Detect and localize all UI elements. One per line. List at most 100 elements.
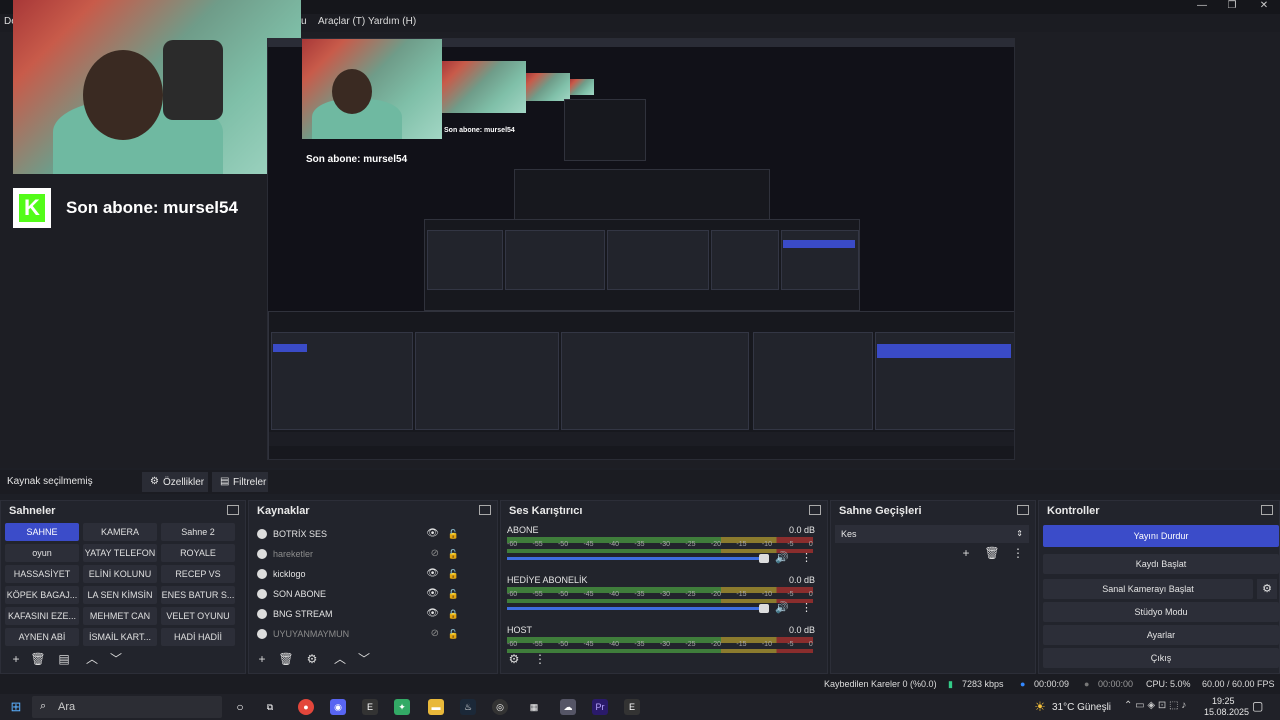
scene-button[interactable]: MEHMET CAN bbox=[83, 607, 157, 625]
minimize-button[interactable]: — bbox=[1190, 0, 1214, 11]
trash-icon[interactable]: 🗑 bbox=[29, 651, 47, 667]
source-item[interactable]: kicklogo 👁 🔓 bbox=[255, 565, 469, 583]
chrome-icon[interactable]: ● bbox=[298, 699, 314, 715]
start-recording-button[interactable]: Kaydı Başlat bbox=[1043, 554, 1279, 574]
source-item[interactable]: hareketler ⊘ 🔓 bbox=[255, 545, 469, 563]
slider-handle[interactable] bbox=[759, 604, 769, 613]
volume-slider[interactable] bbox=[507, 557, 769, 560]
exit-button[interactable]: Çıkış bbox=[1043, 648, 1279, 668]
visibility-icon[interactable]: 👁 bbox=[426, 525, 439, 543]
kebab-icon[interactable]: ⋮ bbox=[1009, 545, 1027, 561]
scene-button[interactable]: SAHNE bbox=[5, 523, 79, 541]
chevron-down-icon[interactable]: ﹀ bbox=[355, 651, 373, 667]
scene-button[interactable]: ROYALE bbox=[161, 544, 235, 562]
scene-button[interactable]: KAFASINI EZE... bbox=[5, 607, 79, 625]
task-view-icon[interactable]: ⧉ bbox=[262, 699, 278, 715]
tray-icons[interactable]: ⌃ ▭ ◈ ⊡ ⬚ ♪ bbox=[1124, 700, 1186, 711]
discord-icon[interactable]: ◉ bbox=[330, 699, 346, 715]
scene-button[interactable]: VELET OYUNU bbox=[161, 607, 235, 625]
lock-icon[interactable]: 🔓 bbox=[448, 525, 459, 543]
scene-button[interactable]: İSMAİL KART... bbox=[83, 628, 157, 646]
filter-icon[interactable]: ▤ bbox=[55, 651, 73, 667]
folder-icon[interactable]: ▬ bbox=[428, 699, 444, 715]
start-virtual-camera-button[interactable]: Sanal Kamerayı Başlat bbox=[1043, 579, 1253, 599]
clock-date[interactable]: 15.08.2025 bbox=[1204, 707, 1249, 717]
scene-button[interactable]: HADİ HADİİ bbox=[161, 628, 235, 646]
maximize-button[interactable]: ❐ bbox=[1220, 0, 1244, 11]
trash-icon[interactable]: 🗑 bbox=[983, 545, 1001, 561]
epic-games-icon[interactable]: E bbox=[362, 699, 378, 715]
lock-icon[interactable]: 🔓 bbox=[448, 545, 459, 563]
obs-icon[interactable]: ◎ bbox=[492, 699, 508, 715]
scene-button[interactable]: Sahne 2 bbox=[161, 523, 235, 541]
visibility-icon[interactable]: 👁 bbox=[426, 585, 439, 603]
scene-button[interactable]: ENES BATUR S... bbox=[161, 586, 235, 604]
search-box[interactable]: ⌕ Ara bbox=[32, 696, 222, 718]
visibility-icon[interactable]: 👁 bbox=[426, 605, 439, 623]
chevron-up-icon[interactable]: ︿ bbox=[331, 651, 349, 667]
clock-time[interactable]: 19:25 bbox=[1212, 696, 1235, 706]
studio-mode-button[interactable]: Stüdyo Modu bbox=[1043, 602, 1279, 622]
menu-help[interactable]: Yardım (H) bbox=[368, 16, 416, 27]
steam-icon[interactable]: ♨ bbox=[460, 699, 476, 715]
undock-icon[interactable] bbox=[1261, 505, 1273, 515]
add-icon[interactable]: + bbox=[7, 651, 25, 667]
scene-button[interactable]: HASSASİYET bbox=[5, 565, 79, 583]
kebab-icon[interactable]: ⋮ bbox=[531, 651, 549, 667]
scene-button[interactable]: AYNEN ABİ bbox=[5, 628, 79, 646]
source-item[interactable]: BNG STREAM 👁 🔒 bbox=[255, 605, 469, 623]
transition-select[interactable]: Kes ⇕ bbox=[835, 525, 1029, 543]
app2-icon[interactable]: ☁ bbox=[560, 699, 576, 715]
volume-icon[interactable]: 🔊 bbox=[775, 601, 789, 614]
lock-icon[interactable]: 🔓 bbox=[448, 565, 459, 583]
premiere-icon[interactable]: Pr bbox=[592, 699, 608, 715]
weather-text[interactable]: 31°C Güneşli bbox=[1052, 702, 1111, 713]
scene-button[interactable]: ELİNİ KOLUNU bbox=[83, 565, 157, 583]
undock-icon[interactable] bbox=[809, 505, 821, 515]
notification-icon[interactable]: ▢ bbox=[1252, 699, 1263, 713]
app-icon[interactable]: ✦ bbox=[394, 699, 410, 715]
source-item[interactable]: BOTRİX SES 👁 🔓 bbox=[255, 525, 469, 543]
volume-icon[interactable]: 🔊 bbox=[775, 551, 789, 564]
undock-icon[interactable] bbox=[1017, 505, 1029, 515]
visibility-icon[interactable]: ⊘ bbox=[431, 545, 439, 563]
windows-start-icon[interactable]: ⊞ bbox=[8, 699, 24, 715]
kebab-icon[interactable]: ⋮ bbox=[801, 551, 812, 564]
scene-button[interactable]: oyun bbox=[5, 544, 79, 562]
source-item[interactable]: UYUYANMAYMUN ⊘ 🔓 bbox=[255, 625, 469, 643]
scene-button[interactable]: YATAY TELEFON bbox=[83, 544, 157, 562]
chevron-down-icon[interactable]: ﹀ bbox=[107, 651, 125, 667]
gear-icon[interactable]: ⚙ bbox=[303, 651, 321, 667]
filters-button[interactable]: ▤ Filtreler bbox=[212, 472, 268, 492]
scene-button[interactable]: LA SEN KİMSİN bbox=[83, 586, 157, 604]
epic-games-2-icon[interactable]: E bbox=[624, 699, 640, 715]
scene-button[interactable]: RECEP VS bbox=[161, 565, 235, 583]
visibility-icon[interactable]: 👁 bbox=[426, 565, 439, 583]
add-icon[interactable]: + bbox=[957, 545, 975, 561]
menu-cut[interactable]: u bbox=[301, 16, 307, 27]
close-button[interactable]: ✕ bbox=[1252, 0, 1276, 11]
lock-icon[interactable]: 🔓 bbox=[448, 585, 459, 603]
gear-icon[interactable]: ⚙ bbox=[505, 651, 523, 667]
kebab-icon[interactable]: ⋮ bbox=[801, 601, 812, 614]
source-item[interactable]: SON ABONE 👁 🔓 bbox=[255, 585, 469, 603]
gear-icon[interactable]: ⚙ bbox=[1257, 579, 1277, 599]
undock-icon[interactable] bbox=[227, 505, 239, 515]
settings-button[interactable]: Ayarlar bbox=[1043, 625, 1279, 645]
properties-button[interactable]: ⚙ Özellikler bbox=[142, 472, 208, 492]
apps-icon[interactable]: ▦ bbox=[526, 699, 542, 715]
scene-button[interactable]: KÖPEK BAGAJ... bbox=[5, 586, 79, 604]
trash-icon[interactable]: 🗑 bbox=[277, 651, 295, 667]
chevron-up-icon[interactable]: ︿ bbox=[83, 651, 101, 667]
volume-slider[interactable] bbox=[507, 607, 769, 610]
visibility-icon[interactable]: ⊘ bbox=[431, 625, 439, 643]
cortana-icon[interactable]: ○ bbox=[232, 699, 248, 715]
lock-icon[interactable]: 🔒 bbox=[448, 605, 459, 623]
add-icon[interactable]: + bbox=[253, 651, 271, 667]
undock-icon[interactable] bbox=[479, 505, 491, 515]
preview-canvas[interactable]: Son abone: mursel54 Son abone: mursel54 bbox=[267, 38, 1015, 460]
slider-handle[interactable] bbox=[759, 554, 769, 563]
menu-tools[interactable]: Araçlar (T) bbox=[318, 16, 365, 27]
scene-button[interactable]: KAMERA bbox=[83, 523, 157, 541]
lock-icon[interactable]: 🔓 bbox=[448, 625, 459, 643]
